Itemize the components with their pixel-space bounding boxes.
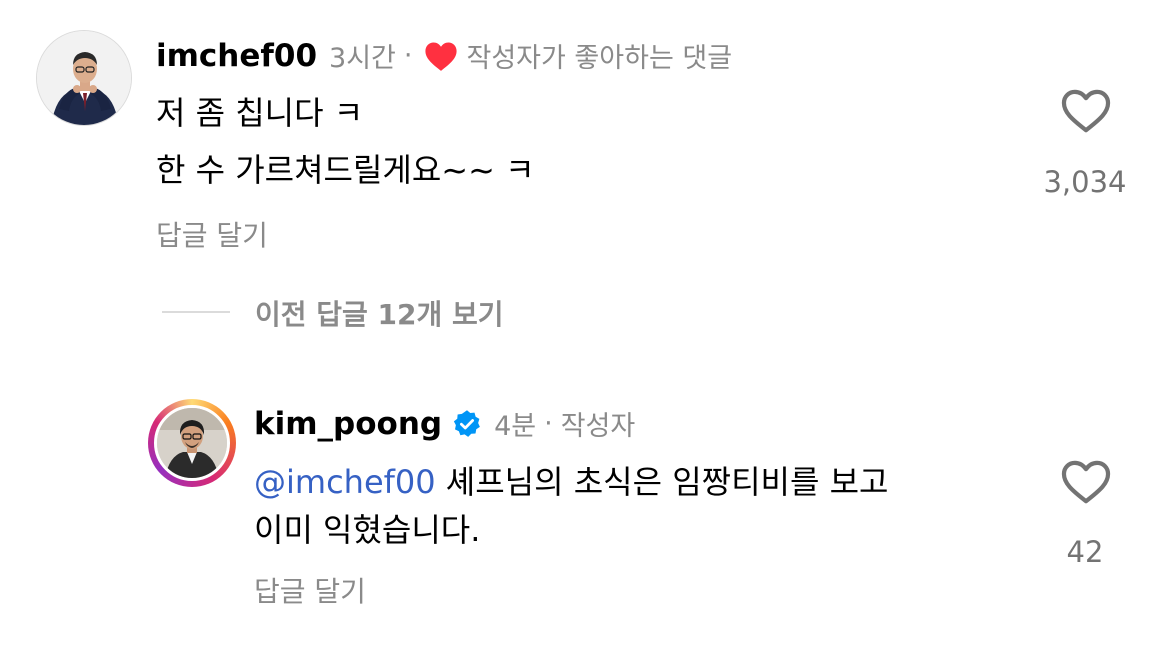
view-previous-replies-button[interactable]: 이전 답글 12개 보기 [255, 293, 504, 333]
reply-button[interactable]: 답글 달기 [156, 214, 268, 254]
user-photo [157, 408, 227, 478]
separator-dot: · [544, 408, 553, 439]
heart-outline-icon[interactable] [1060, 459, 1112, 505]
comment-header: imchef00 3시간 · 작성자가 좋아하는 댓글 [156, 36, 732, 75]
reply-button[interactable]: 답글 달기 [254, 570, 366, 610]
timestamp: 4분 [494, 411, 537, 442]
creator-liked-label: 작성자가 좋아하는 댓글 [466, 43, 733, 74]
mention-link[interactable]: @imchef00 [254, 463, 436, 501]
verified-badge-icon [453, 409, 480, 437]
author-label: 작성자 [560, 411, 636, 442]
username[interactable]: imchef00 [156, 38, 317, 74]
comment-header: kim_poong 4분 · 작성자 [254, 404, 635, 443]
comment-text-line: 한 수 가르쳐드릴게요~~ ㅋ [156, 151, 535, 189]
timestamp: 3시간 [329, 43, 396, 74]
like-count: 3,034 [1043, 165, 1127, 199]
like-count: 42 [1066, 535, 1104, 569]
comment-text-line: 이미 익혔습니다. [254, 511, 481, 549]
comment-text-line: @imchef00 셰프님의 초식은 임짱티비를 보고 [254, 457, 888, 503]
separator-dot: · [403, 40, 413, 71]
red-heart-icon [425, 42, 458, 71]
avatar[interactable] [154, 405, 230, 481]
heart-outline-icon[interactable] [1060, 88, 1112, 134]
avatar[interactable] [36, 30, 132, 126]
comment-text-line: 저 좀 칩니다 ㅋ [156, 94, 364, 132]
divider-line [162, 311, 230, 313]
username[interactable]: kim_poong [254, 406, 442, 442]
comment-text: 셰프님의 초식은 임짱티비를 보고 [435, 463, 889, 501]
user-photo [37, 31, 131, 125]
